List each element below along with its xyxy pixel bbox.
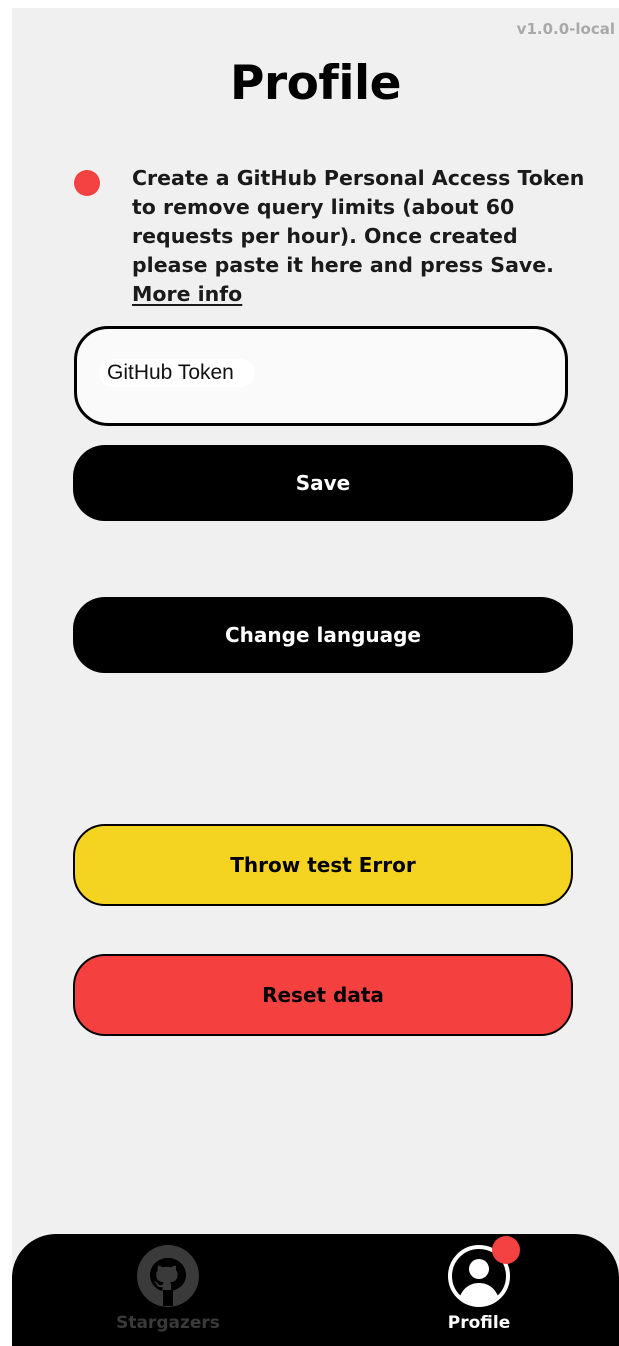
- bottom-tab-bar: Stargazers Profile: [12, 1234, 619, 1346]
- save-button[interactable]: Save: [73, 445, 573, 521]
- reset-data-button[interactable]: Reset data: [73, 954, 573, 1036]
- notice-text-block: Create a GitHub Personal Access Token to…: [132, 164, 588, 309]
- throw-test-error-button-label: Throw test Error: [230, 853, 416, 877]
- tab-profile-label: Profile: [447, 1313, 511, 1333]
- github-token-field[interactable]: [74, 326, 568, 426]
- save-button-label: Save: [295, 471, 351, 495]
- profile-screen: v1.0.0-local Profile Create a GitHub Per…: [12, 8, 619, 1346]
- notice-text: Create a GitHub Personal Access Token to…: [132, 166, 585, 277]
- tab-profile[interactable]: Profile: [414, 1236, 544, 1344]
- throw-test-error-button[interactable]: Throw test Error: [73, 824, 573, 906]
- change-language-button-label: Change language: [224, 623, 421, 647]
- page-title: Profile: [230, 56, 401, 111]
- tab-stargazers-label: Stargazers: [116, 1313, 220, 1333]
- version-label: v1.0.0-local: [516, 20, 615, 38]
- tab-stargazers[interactable]: Stargazers: [103, 1244, 233, 1344]
- reset-data-button-label: Reset data: [262, 983, 384, 1007]
- github-token-input[interactable]: [99, 359, 255, 387]
- github-icon: [137, 1245, 199, 1307]
- warning-dot-icon: [74, 170, 100, 196]
- change-language-button[interactable]: Change language: [73, 597, 573, 673]
- notification-badge-icon: [492, 1236, 520, 1264]
- more-info-link[interactable]: More info: [132, 280, 588, 309]
